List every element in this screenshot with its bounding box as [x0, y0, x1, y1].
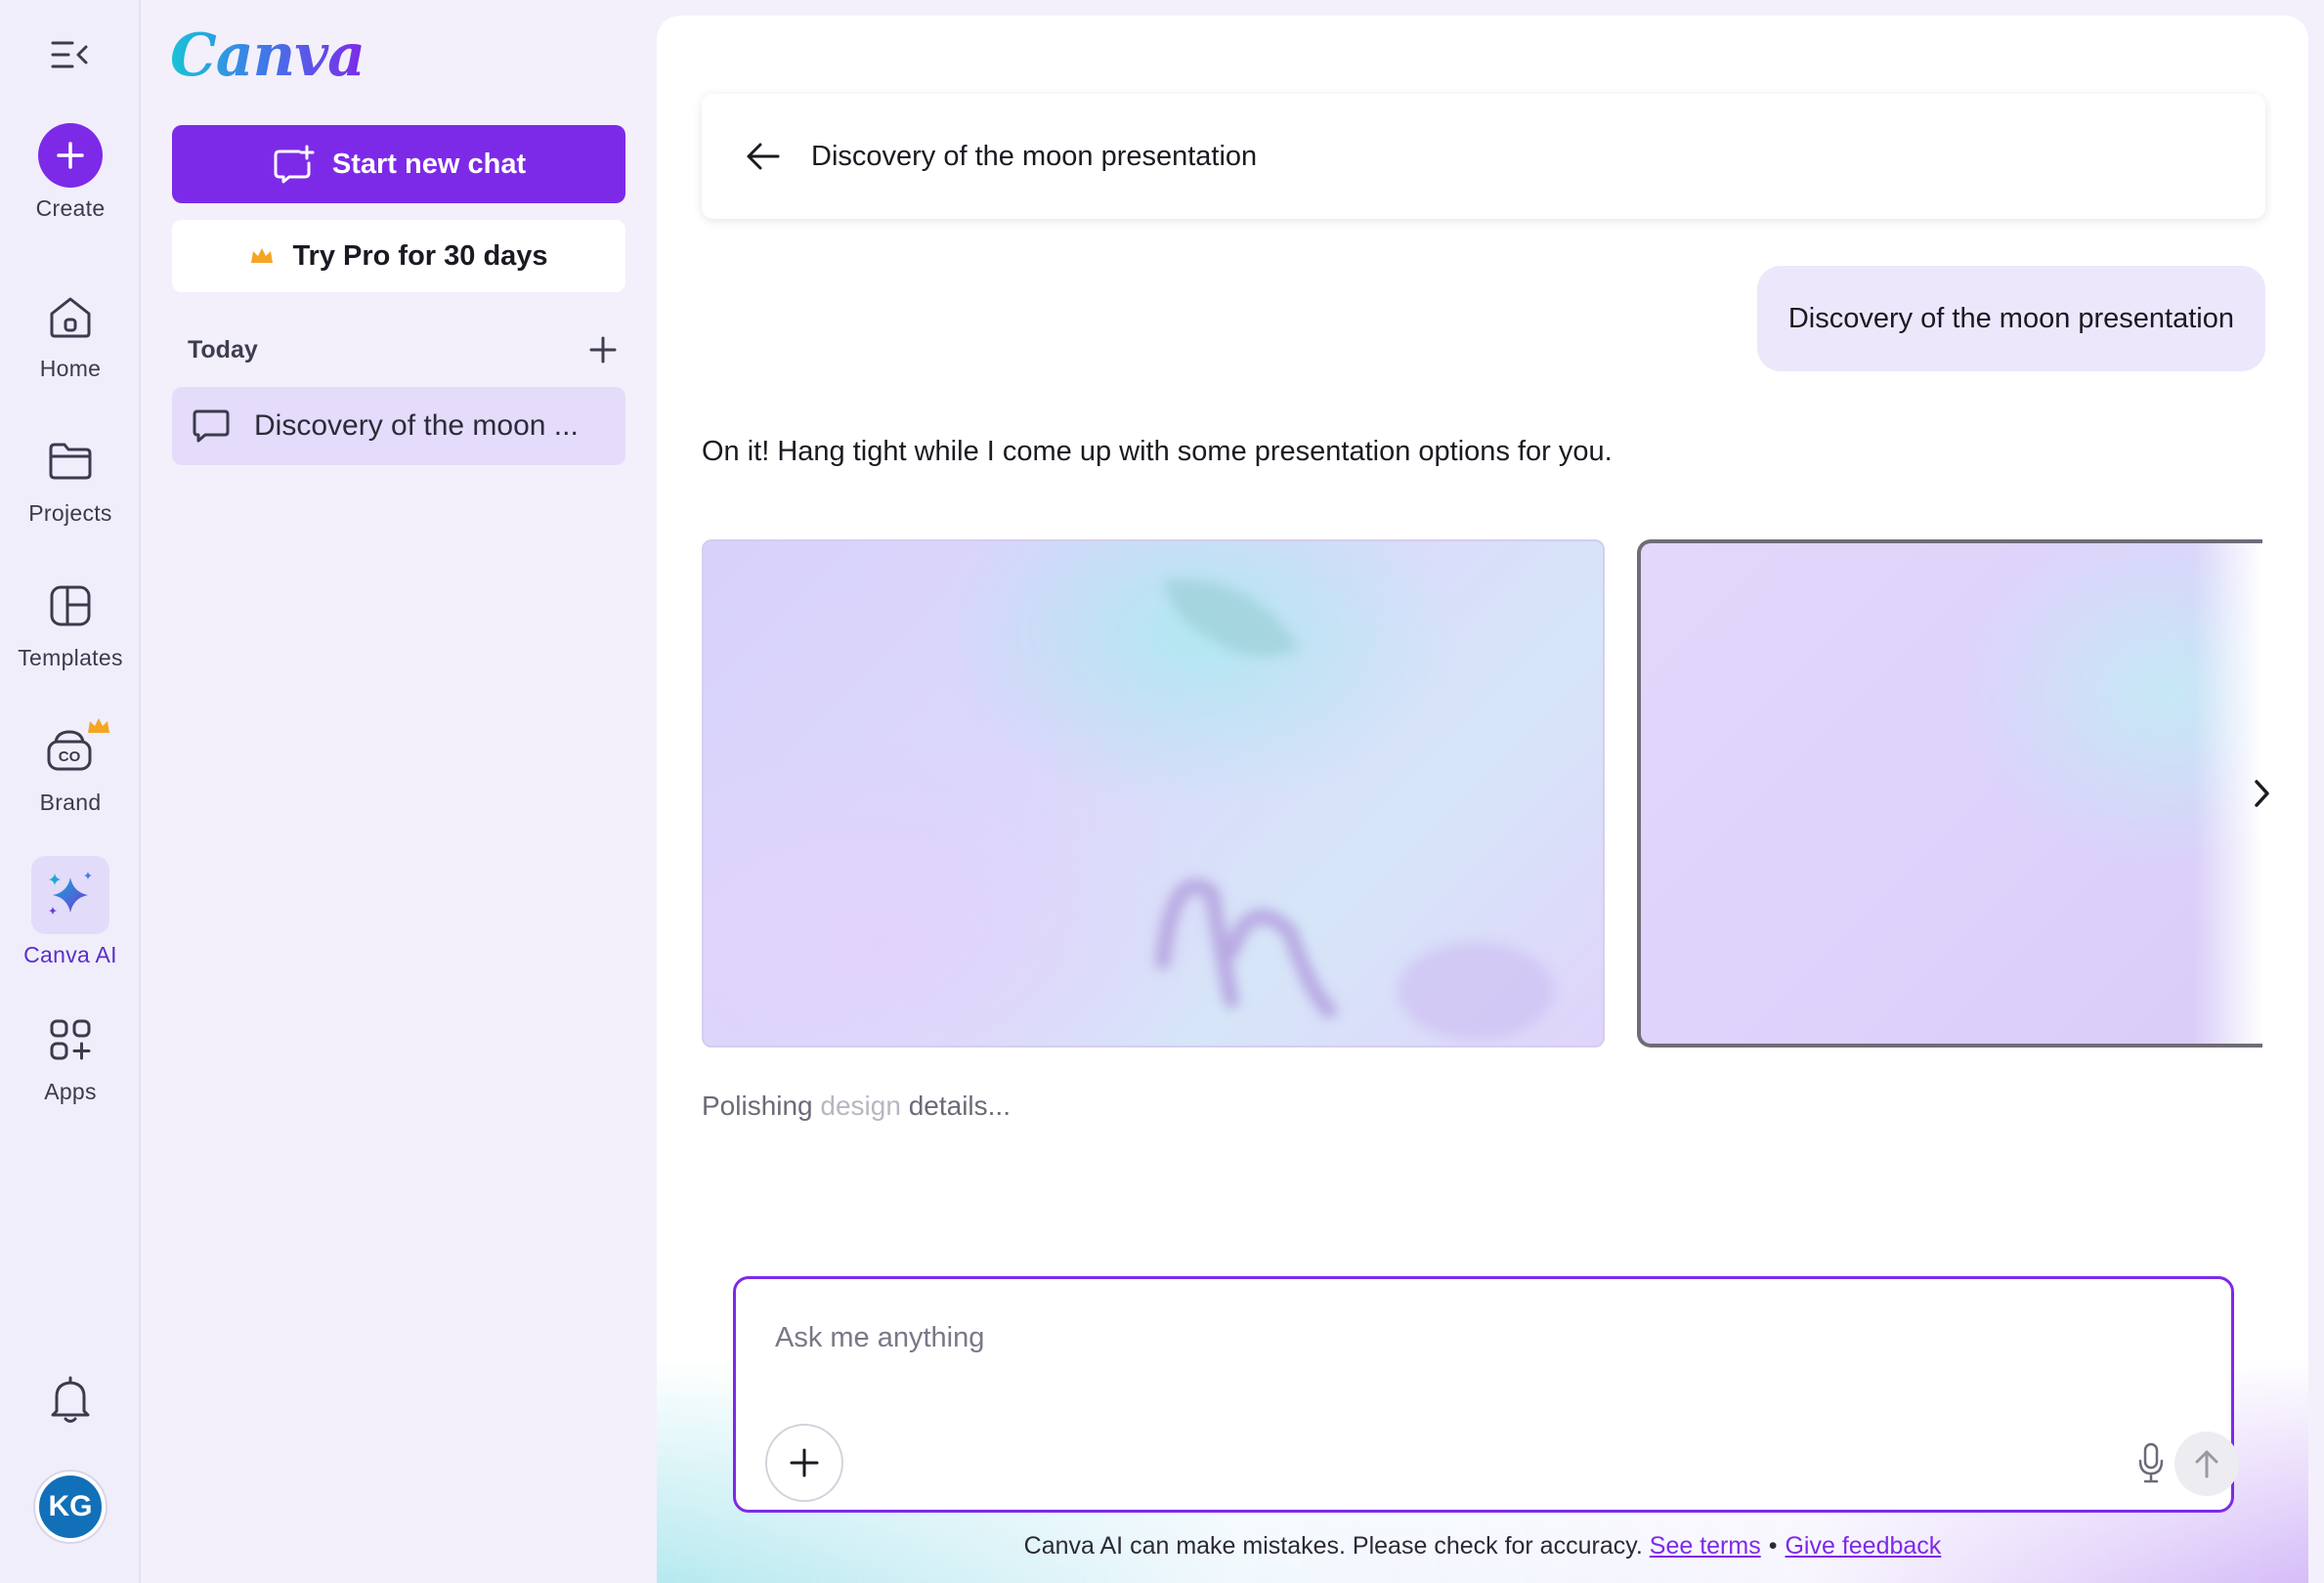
rail-item-label: Templates — [18, 645, 123, 670]
send-button[interactable] — [2174, 1432, 2239, 1496]
section-label: Today — [188, 335, 258, 364]
history-item[interactable]: Discovery of the moon ... — [172, 387, 625, 465]
user-message: Discovery of the moon presentation — [1756, 266, 2265, 371]
rail-create-label: Create — [35, 195, 106, 221]
microphone-icon — [2138, 1442, 2164, 1483]
rail-item-canva-ai[interactable]: Canva AI — [0, 856, 141, 968]
chat-title-bar: Discovery of the moon presentation — [702, 94, 2265, 219]
rail-item-apps[interactable]: Apps — [0, 1008, 141, 1105]
ai-message: On it! Hang tight while I come up with s… — [702, 436, 1613, 467]
folder-icon — [39, 430, 102, 492]
rail-item-label: Apps — [44, 1079, 97, 1104]
back-arrow-icon[interactable] — [745, 142, 782, 171]
canva-logo[interactable]: Canva — [170, 21, 366, 90]
rail-item-label: Brand — [39, 790, 102, 815]
microphone-button[interactable] — [2122, 1433, 2180, 1492]
new-chat-icon — [274, 145, 315, 184]
add-icon[interactable] — [588, 335, 618, 364]
ai-disclaimer: Canva AI can make mistakes. Please check… — [1023, 1532, 1942, 1560]
arrow-up-icon — [2195, 1450, 2218, 1478]
generation-status: Polishing design details... — [702, 1091, 1011, 1121]
brand-icon: CO — [39, 718, 109, 782]
rail-item-label: Home — [39, 356, 102, 381]
bell-icon[interactable] — [47, 1374, 94, 1425]
svg-text:CO: CO — [59, 749, 81, 765]
rail-item-label: Projects — [28, 500, 112, 526]
rail-item-brand[interactable]: CO Brand — [0, 718, 141, 816]
chat-title: Discovery of the moon presentation — [811, 140, 1258, 172]
chat-composer — [733, 1276, 2239, 1513]
chat-history-panel: Canva Start new chat Try Pro for 30 days… — [143, 0, 657, 1583]
start-new-chat-button[interactable]: Start new chat — [172, 125, 625, 203]
carousel-next-button[interactable] — [2242, 774, 2281, 813]
create-button[interactable] — [38, 123, 103, 188]
try-pro-button[interactable]: Try Pro for 30 days — [172, 220, 625, 292]
crown-icon — [251, 248, 274, 263]
rail-create[interactable]: Create — [0, 123, 141, 222]
left-rail: Create Home Projects Templates CO Brand … — [0, 0, 141, 1583]
sparkle-icon — [31, 856, 109, 934]
give-feedback-link[interactable]: Give feedback — [1785, 1532, 1941, 1560]
rail-item-label: Canva AI — [23, 942, 117, 967]
rail-item-templates[interactable]: Templates — [0, 575, 141, 671]
chat-main: Discovery of the moon presentation Disco… — [657, 16, 2308, 1583]
rail-item-home[interactable]: Home — [0, 285, 141, 382]
chevron-right-icon — [2255, 780, 2269, 807]
chat-bubble-icon — [193, 409, 230, 443]
history-item-title: Discovery of the moon ... — [254, 409, 579, 442]
plus-icon — [57, 142, 84, 169]
templates-icon — [39, 575, 102, 637]
start-new-chat-label: Start new chat — [331, 148, 527, 180]
attach-button[interactable] — [765, 1424, 843, 1502]
chat-input[interactable] — [775, 1322, 1948, 1354]
design-preview-1[interactable] — [702, 539, 1605, 1048]
home-icon — [39, 285, 102, 348]
collapse-menu-icon[interactable] — [49, 35, 92, 74]
try-pro-label: Try Pro for 30 days — [292, 239, 548, 272]
see-terms-link[interactable]: See terms — [1650, 1532, 1761, 1560]
rail-item-projects[interactable]: Projects — [0, 430, 141, 527]
design-preview-2[interactable] — [1637, 539, 2262, 1048]
history-section-header: Today — [188, 330, 618, 369]
crown-icon — [88, 718, 109, 733]
apps-icon — [39, 1008, 102, 1071]
avatar[interactable]: KG — [35, 1472, 106, 1542]
blurred-design-art — [1155, 578, 1554, 1040]
plus-icon — [790, 1448, 819, 1477]
